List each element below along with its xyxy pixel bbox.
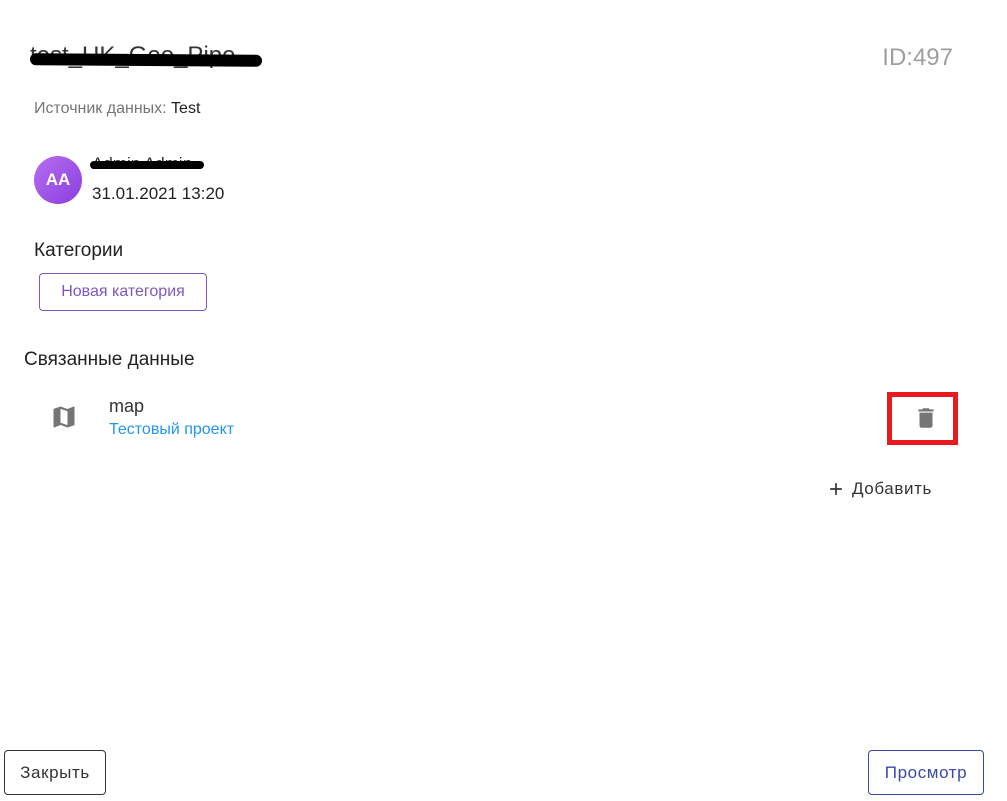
delete-button[interactable]	[908, 402, 944, 434]
linked-item-project-link[interactable]: Тестовый проект	[109, 421, 234, 439]
author-name-redaction	[90, 161, 204, 169]
preview-button[interactable]: Просмотр	[868, 750, 984, 795]
avatar: AA	[34, 156, 82, 204]
add-button[interactable]: Добавить	[826, 476, 932, 502]
close-button[interactable]: Закрыть	[4, 750, 106, 795]
trash-icon	[918, 408, 934, 428]
categories-heading: Категории	[34, 240, 124, 261]
map-icon	[50, 403, 78, 431]
author-date: 31.01.2021 13:20	[92, 184, 225, 203]
add-button-label: Добавить	[852, 479, 932, 498]
linked-item-name: map	[109, 396, 145, 416]
linked-data-heading: Связанные данные	[24, 349, 195, 370]
data-source: Источник данных: Test	[34, 100, 200, 118]
dataset-id: ID:497	[882, 44, 953, 71]
plus-icon	[830, 483, 842, 495]
title-redaction	[29, 53, 263, 67]
new-category-button[interactable]: Новая категория	[39, 273, 207, 311]
data-source-value: Test	[171, 100, 201, 117]
data-source-label: Источник данных:	[34, 100, 172, 117]
